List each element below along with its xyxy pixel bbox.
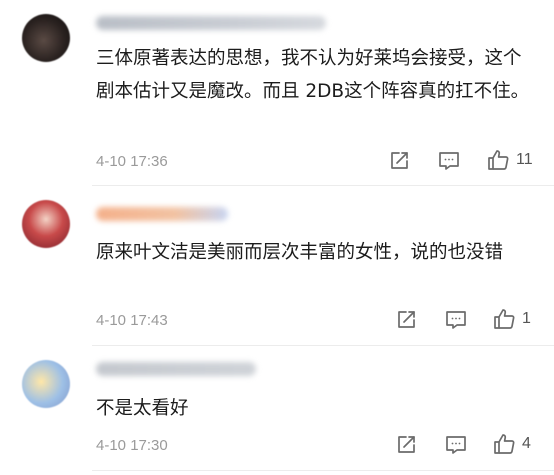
share-icon — [398, 311, 415, 328]
comment-timestamp: 4-10 17:43 — [96, 312, 168, 329]
reply-button[interactable] — [437, 150, 461, 172]
like-button[interactable]: 4 — [492, 432, 531, 456]
username-blurred[interactable] — [96, 16, 326, 30]
share-icon — [398, 436, 415, 453]
like-count: 4 — [522, 435, 531, 452]
forward-button[interactable] — [395, 434, 417, 456]
like-count: 1 — [522, 310, 531, 327]
avatar[interactable] — [22, 200, 70, 248]
thumbs-up-icon — [488, 150, 509, 170]
comment-icon — [446, 311, 466, 329]
avatar[interactable] — [22, 14, 70, 62]
divider — [92, 470, 554, 471]
divider — [92, 345, 554, 346]
username-blurred[interactable] — [96, 207, 228, 221]
like-button[interactable]: 11 — [486, 148, 533, 172]
comment-item: 三体原著表达的思想，我不认为好莱坞会接受，这个剧本估计又是魔改。而且 2DB这个… — [0, 0, 554, 186]
comment-text: 三体原著表达的思想，我不认为好莱坞会接受，这个剧本估计又是魔改。而且 2DB这个… — [96, 48, 530, 102]
avatar[interactable] — [22, 360, 70, 408]
share-icon — [391, 152, 408, 169]
thumbs-up-icon — [494, 434, 515, 454]
reply-button[interactable] — [444, 309, 468, 331]
like-count: 11 — [516, 151, 533, 168]
comment-text: 不是太看好 — [96, 398, 189, 419]
forward-button[interactable] — [388, 150, 410, 172]
comment-timestamp: 4-10 17:36 — [96, 153, 168, 170]
thumbs-up-icon — [494, 309, 515, 329]
forward-button[interactable] — [395, 309, 417, 331]
reply-button[interactable] — [444, 434, 468, 456]
like-button[interactable]: 1 — [492, 307, 531, 331]
comment-timestamp: 4-10 17:30 — [96, 437, 168, 454]
comment-icon — [446, 436, 466, 454]
comment-text: 原来叶文洁是美丽而层次丰富的女性，说的也没错 — [96, 242, 504, 263]
comment-icon — [439, 152, 459, 170]
username-blurred[interactable] — [96, 362, 256, 376]
